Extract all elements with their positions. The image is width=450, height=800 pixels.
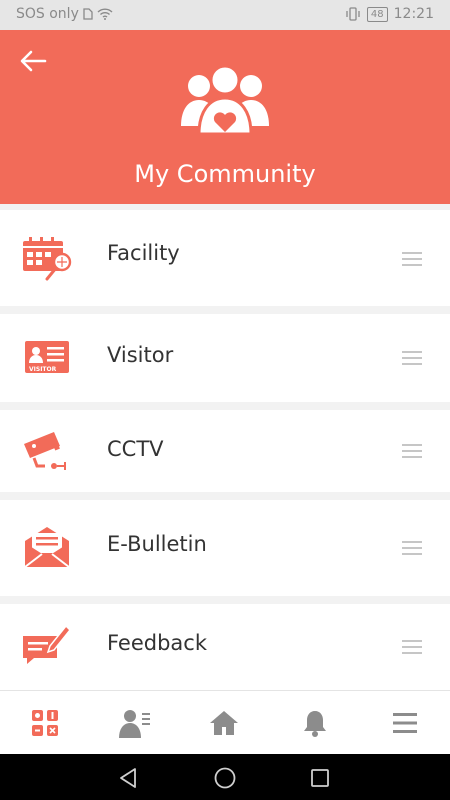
bottom-nav <box>0 690 450 754</box>
sim-icon <box>83 8 93 20</box>
menu-item-facility[interactable]: Facility <box>0 210 450 306</box>
tab-contacts[interactable] <box>115 705 155 741</box>
page-title: My Community <box>134 160 316 188</box>
menu-item-feedback[interactable]: Feedback <box>0 604 450 690</box>
menu-item-cctv[interactable]: CCTV <box>0 410 450 492</box>
calendar-racket-icon <box>20 235 74 281</box>
envelope-icon <box>20 525 74 571</box>
menu-item-e-bulletin[interactable]: E-Bulletin <box>0 500 450 596</box>
circle-home-icon <box>214 767 236 789</box>
system-home-button[interactable] <box>213 766 237 790</box>
bell-icon <box>304 711 326 737</box>
community-apps-icon <box>32 710 58 736</box>
contact-card-icon <box>119 710 150 738</box>
tab-menu[interactable] <box>385 705 425 741</box>
community-icon <box>181 64 269 136</box>
system-back-button[interactable] <box>116 766 140 790</box>
menu-item-label: E-Bulletin <box>107 532 207 556</box>
triangle-back-icon <box>120 768 136 788</box>
square-recents-icon <box>311 769 329 787</box>
tab-home[interactable] <box>204 705 244 741</box>
clock-text: 12:21 <box>393 6 434 22</box>
menu-item-label: Feedback <box>107 631 208 655</box>
menu-item-label: Visitor <box>107 343 174 367</box>
back-button[interactable] <box>16 46 50 76</box>
drag-handle-icon[interactable] <box>402 351 422 365</box>
home-icon <box>210 711 238 735</box>
menu-item-label: CCTV <box>107 437 164 461</box>
carrier-text: SOS only <box>16 6 79 22</box>
battery-level: 48 <box>366 6 388 22</box>
menu-icon <box>393 713 417 733</box>
wifi-icon <box>97 8 113 20</box>
drag-handle-icon[interactable] <box>402 541 422 555</box>
status-right: 48 12:21 <box>345 6 434 22</box>
status-bar: SOS only 48 12:21 <box>0 0 450 30</box>
feedback-pen-icon <box>20 620 74 666</box>
tab-notifications[interactable] <box>295 705 335 741</box>
visitor-card-icon: VISITOR <box>20 335 74 381</box>
cctv-camera-icon <box>20 428 74 474</box>
header: My Community <box>0 30 450 204</box>
menu-item-visitor[interactable]: VISITOR Visitor <box>0 314 450 402</box>
drag-handle-icon[interactable] <box>402 252 422 266</box>
drag-handle-icon[interactable] <box>402 444 422 458</box>
menu-item-label: Facility <box>107 241 180 265</box>
system-recents-button[interactable] <box>308 766 332 790</box>
tab-community-apps[interactable] <box>25 705 65 741</box>
vibrate-icon <box>346 7 360 21</box>
system-nav-bar <box>0 754 450 800</box>
status-left: SOS only <box>16 6 113 22</box>
drag-handle-icon[interactable] <box>402 640 422 654</box>
back-arrow-icon <box>20 50 47 72</box>
visitor-badge-text: VISITOR <box>29 366 57 373</box>
